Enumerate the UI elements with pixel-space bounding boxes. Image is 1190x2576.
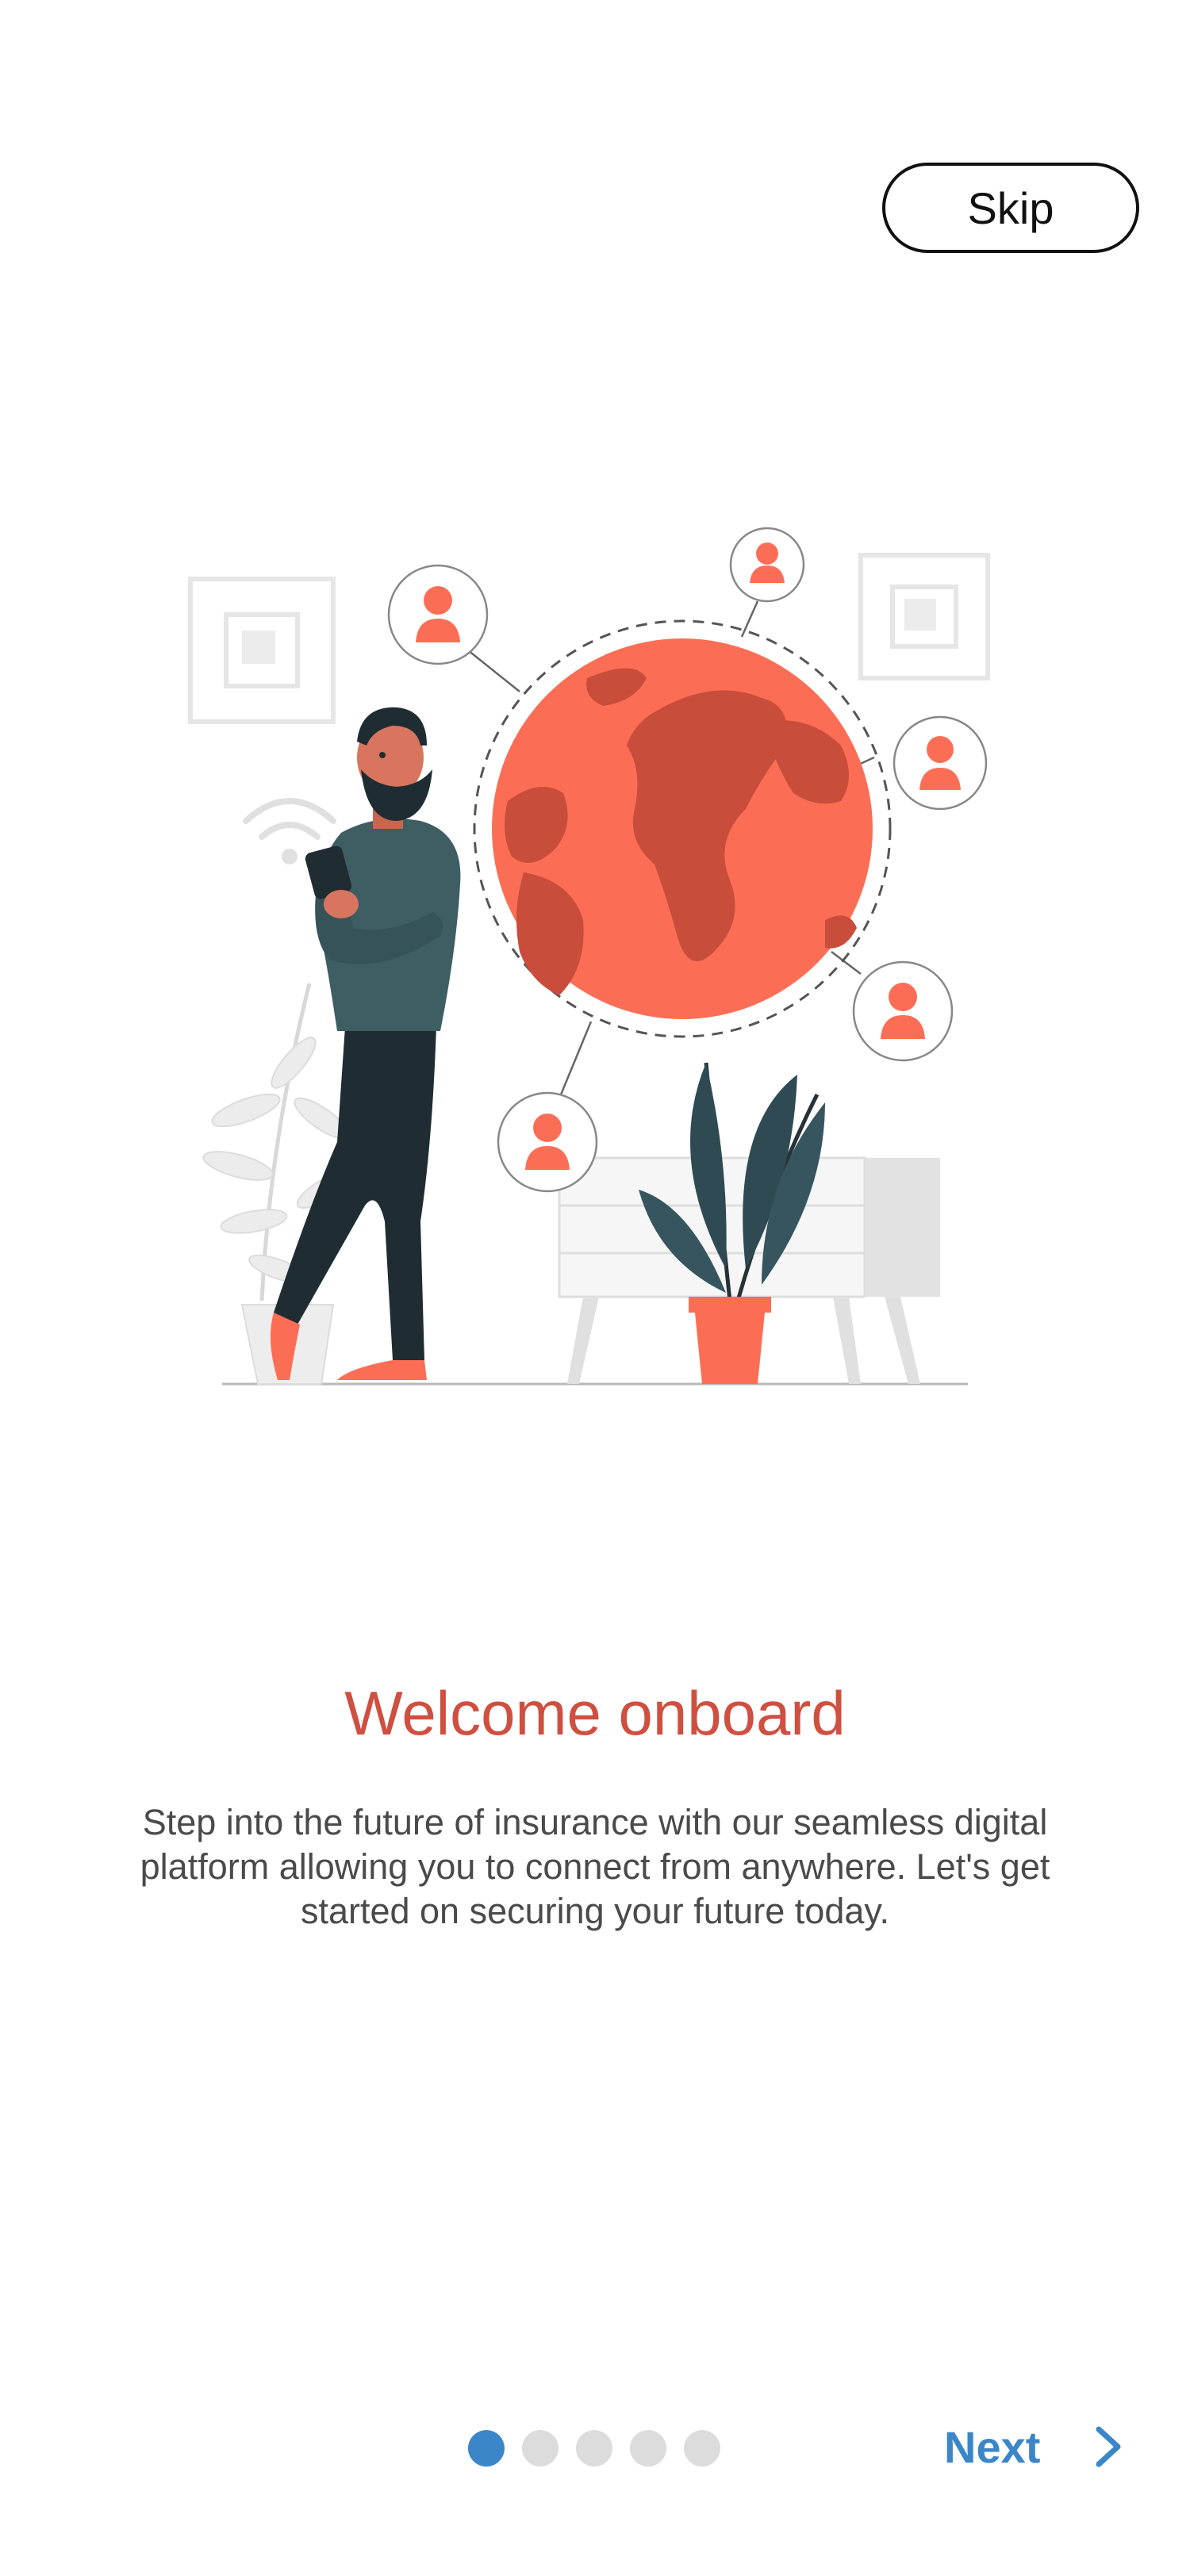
user-avatar-icon [387, 564, 489, 665]
globe-icon [473, 619, 892, 1038]
skip-button[interactable]: Skip [882, 163, 1139, 253]
next-button[interactable]: Next [944, 2411, 1124, 2482]
welcome-description: Step into the future of insurance with o… [140, 1802, 1050, 1931]
wifi-icon [243, 798, 336, 840]
user-avatar-icon [852, 960, 954, 1062]
page-dot-5[interactable] [684, 2430, 720, 2467]
page-indicator [468, 2430, 720, 2467]
onboarding-illustration [188, 527, 990, 1386]
page-dot-3[interactable] [576, 2430, 612, 2467]
user-avatar-icon [729, 527, 805, 603]
welcome-title: Welcome onboard [344, 1678, 846, 1748]
page-dot-1[interactable] [468, 2430, 505, 2467]
onboarding-screen: Skip Welcome onboard Step into the futur… [0, 0, 1190, 2576]
page-dot-4[interactable] [630, 2430, 666, 2467]
page-dot-2[interactable] [522, 2430, 559, 2467]
user-avatar-icon [497, 1091, 598, 1193]
user-avatar-icon [892, 715, 988, 811]
next-label: Next [944, 2421, 1041, 2472]
chevron-right-icon [1096, 2426, 1121, 2467]
